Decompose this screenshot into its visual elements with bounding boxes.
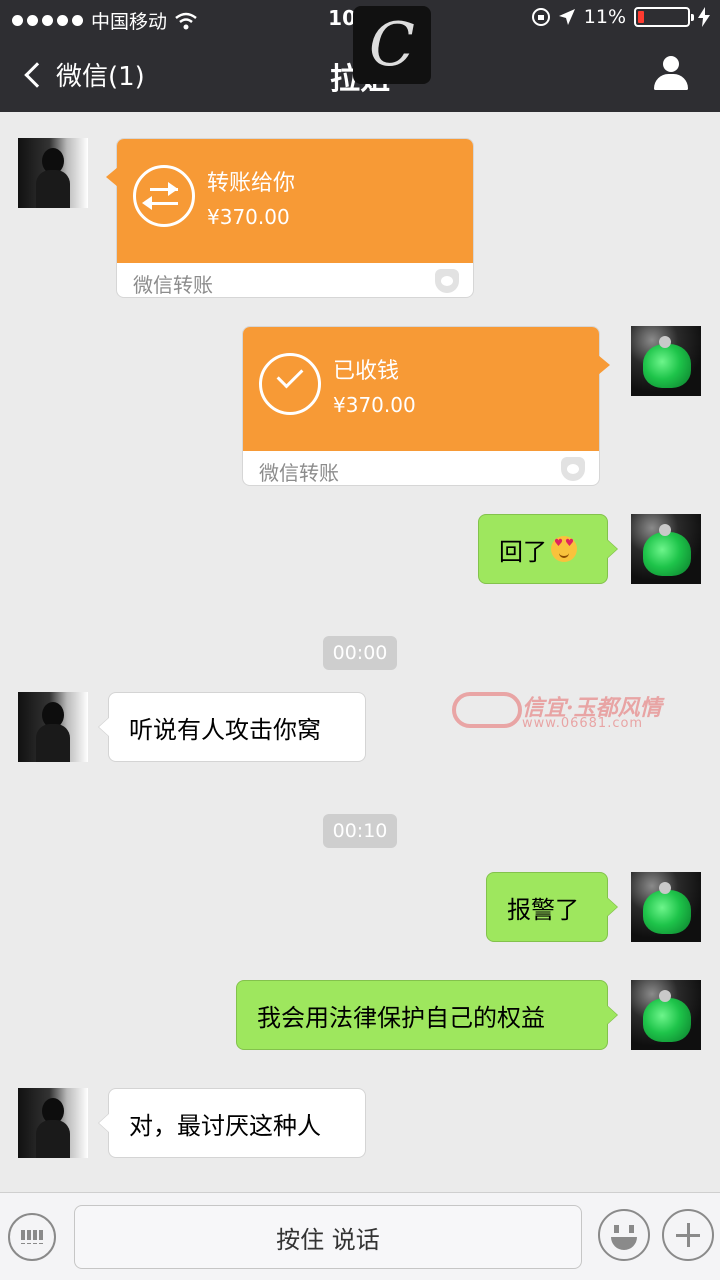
message-text: 听说有人攻击你窝 bbox=[129, 715, 321, 744]
emoji-button[interactable] bbox=[598, 1209, 650, 1261]
charging-icon bbox=[698, 7, 710, 27]
transfer-title: 转账给你 bbox=[207, 171, 296, 196]
wechat-pay-shield-icon bbox=[561, 457, 585, 481]
overlay-logo: C bbox=[353, 6, 431, 84]
friend-message-bubble[interactable]: 对，最讨厌这种人 bbox=[98, 1088, 366, 1158]
wechat-pay-shield-icon bbox=[435, 269, 459, 293]
top-bar: 中国移动 10:27 11% 微信(1) 拉姐 C bbox=[0, 0, 720, 112]
my-avatar[interactable] bbox=[631, 980, 701, 1050]
timestamp: 00:10 bbox=[323, 814, 397, 848]
transfer-received-card[interactable]: 转账给你 ¥370.00 微信转账 bbox=[106, 138, 474, 298]
message-text: 报警了 bbox=[507, 895, 579, 924]
watermark-logo: 信宜·玉都风情 www.06681.com bbox=[452, 686, 672, 736]
friend-message-bubble[interactable]: 听说有人攻击你窝 bbox=[98, 692, 366, 762]
smiley-icon bbox=[614, 1225, 634, 1233]
keyboard-toggle-button[interactable] bbox=[8, 1213, 56, 1261]
friend-avatar[interactable] bbox=[18, 138, 88, 208]
message-text: 我会用法律保护自己的权益 bbox=[257, 1003, 545, 1032]
message-text: 回了 bbox=[499, 537, 547, 566]
nav-bar: 微信(1) 拉姐 C bbox=[0, 6, 720, 112]
input-bar: 按住 说话 bbox=[0, 1192, 720, 1280]
hold-to-talk-button[interactable]: 按住 说话 bbox=[74, 1205, 582, 1269]
watermark-url: www.06681.com bbox=[522, 716, 644, 731]
transfer-amount: ¥370.00 bbox=[333, 393, 416, 417]
more-button[interactable] bbox=[662, 1209, 714, 1261]
my-avatar[interactable] bbox=[631, 514, 701, 584]
my-message-bubble[interactable]: 报警了 bbox=[486, 872, 618, 942]
my-avatar[interactable] bbox=[631, 326, 701, 396]
transfer-footer: 微信转账 bbox=[133, 273, 213, 297]
transfer-title: 已收钱 bbox=[333, 359, 400, 384]
transfer-amount: ¥370.00 bbox=[207, 205, 290, 229]
my-message-bubble[interactable]: 我会用法律保护自己的权益 bbox=[236, 980, 618, 1050]
location-icon bbox=[558, 9, 575, 25]
message-text: 对，最讨厌这种人 bbox=[129, 1111, 321, 1140]
transfer-icon bbox=[133, 165, 195, 227]
transfer-footer: 微信转账 bbox=[259, 461, 339, 485]
cloud-logo-icon bbox=[452, 692, 522, 728]
my-message-bubble[interactable]: 回了 bbox=[478, 514, 618, 584]
friend-avatar[interactable] bbox=[18, 692, 88, 762]
friend-avatar[interactable] bbox=[18, 1088, 88, 1158]
battery-icon bbox=[634, 7, 694, 27]
profile-button[interactable] bbox=[654, 56, 688, 90]
keyboard-icon bbox=[21, 1230, 43, 1244]
person-icon bbox=[663, 56, 679, 72]
transfer-accepted-card[interactable]: 已收钱 ¥370.00 微信转账 bbox=[242, 326, 610, 486]
check-circle-icon bbox=[259, 353, 321, 415]
battery-percent: 11% bbox=[583, 6, 626, 28]
my-avatar[interactable] bbox=[631, 872, 701, 942]
timestamp: 00:00 bbox=[323, 636, 397, 670]
heart-eyes-emoji-icon bbox=[551, 536, 577, 562]
orientation-lock-icon bbox=[531, 8, 550, 26]
